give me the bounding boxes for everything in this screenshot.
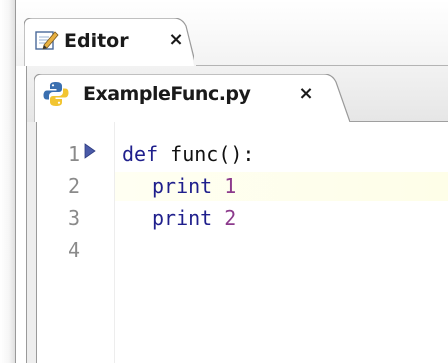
close-icon[interactable]: × (298, 83, 314, 104)
tab-editor-label: Editor (64, 30, 129, 52)
keyword-print: print (152, 206, 213, 230)
tab-examplefunc-py[interactable]: ExampleFunc.py × (34, 74, 350, 122)
line-number: 4 (67, 238, 80, 262)
gutter-separator (114, 122, 115, 363)
editor-window: Editor × ExampleFunc.py × 1 2 3 4 def fu… (0, 0, 448, 363)
line-number-gutter: 1 2 3 4 (37, 122, 115, 363)
tab-examplefunc-py-label: ExampleFunc.py (83, 83, 251, 105)
number-literal: 1 (224, 174, 237, 198)
editor-pencil-icon (35, 29, 59, 51)
close-icon[interactable]: × (168, 30, 184, 50)
code-text: func(): (158, 142, 255, 166)
python-icon (43, 81, 69, 107)
code-line-2: print 1 (152, 172, 236, 200)
fold-triangle-icon[interactable] (84, 143, 96, 159)
code-line-3: print 2 (152, 204, 236, 232)
line-number: 3 (67, 206, 80, 230)
line-number: 1 (67, 142, 80, 166)
number-literal: 2 (224, 206, 237, 230)
window-frame-left (0, 0, 16, 363)
line-number: 2 (67, 174, 80, 198)
keyword-print: print (152, 174, 213, 198)
code-line-1: def func(): (122, 140, 254, 168)
code-editor[interactable]: 1 2 3 4 def func(): print 1 print 2 (36, 122, 448, 363)
tab-editor[interactable]: Editor × (24, 18, 194, 66)
keyword-def: def (122, 142, 159, 166)
